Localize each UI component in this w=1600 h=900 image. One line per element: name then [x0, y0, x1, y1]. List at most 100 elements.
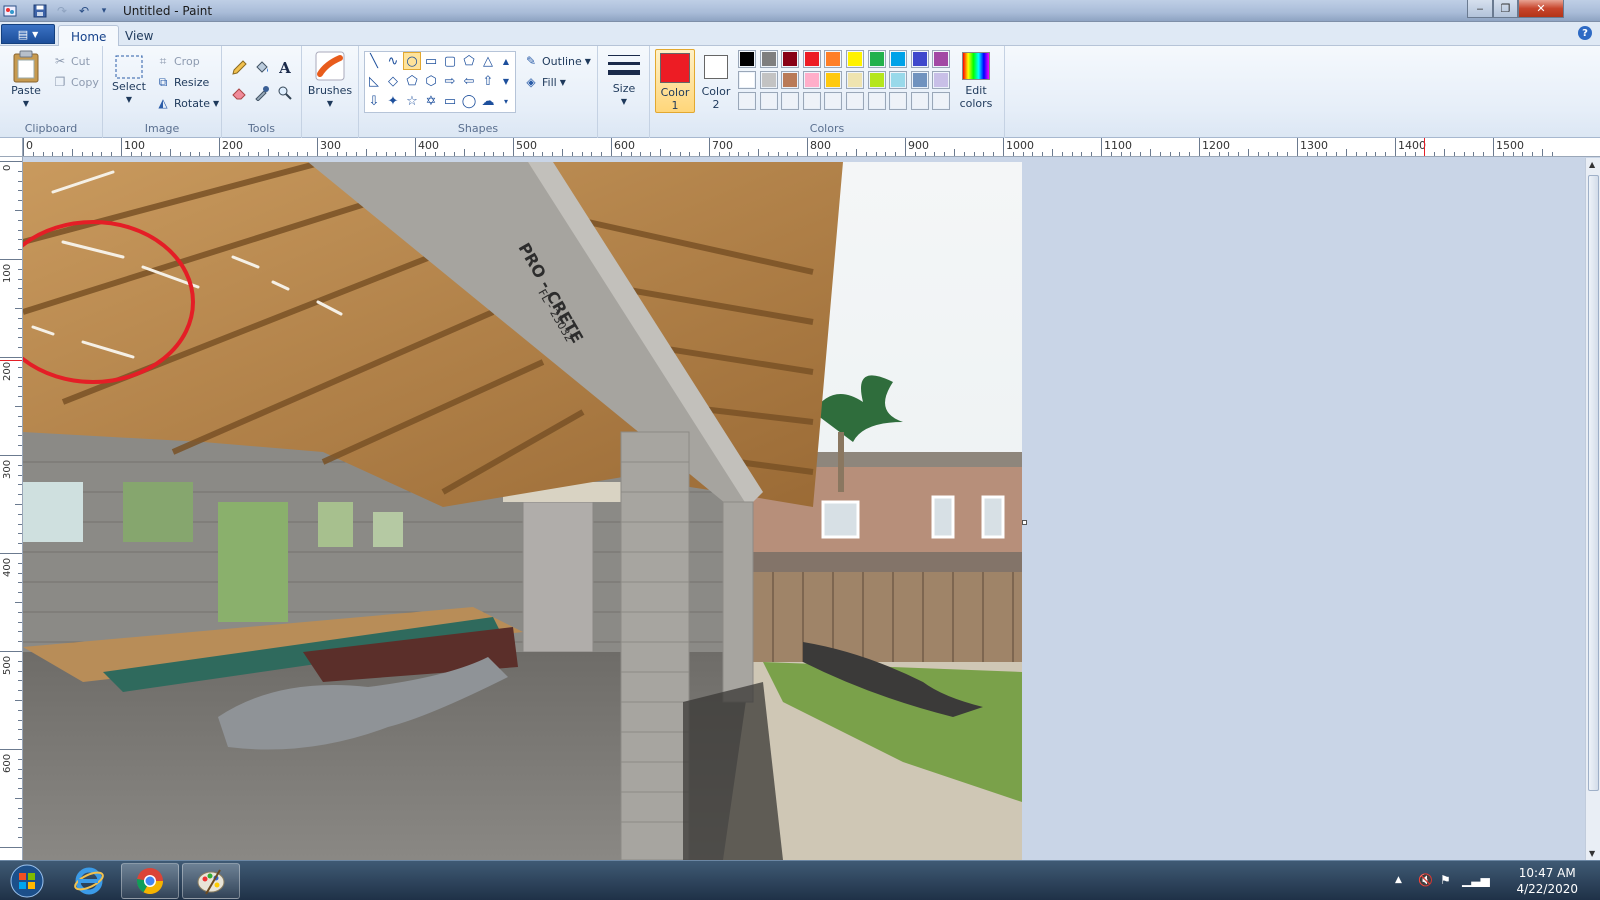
chrome-icon[interactable]: [121, 863, 179, 899]
magnifier-icon[interactable]: [275, 83, 295, 103]
palette-swatch[interactable]: [846, 92, 864, 110]
triangle-shape-icon[interactable]: △: [479, 52, 497, 70]
undo-icon[interactable]: ↶: [76, 3, 92, 19]
scroll-up-icon[interactable]: ▲: [1589, 160, 1595, 169]
color2-button[interactable]: Color 2: [698, 52, 734, 111]
palette-swatch[interactable]: [846, 71, 864, 89]
down-arrow-shape-icon[interactable]: ⇩: [365, 92, 383, 110]
oval-callout-shape-icon[interactable]: ◯: [460, 92, 478, 110]
minimize-button[interactable]: ‒: [1467, 0, 1493, 18]
edit-colors-button[interactable]: Edit colors: [954, 52, 998, 110]
floppy-disk-icon[interactable]: [32, 3, 48, 19]
palette-swatch[interactable]: [738, 50, 756, 68]
brushes-button[interactable]: Brushes ▼: [306, 50, 354, 110]
tab-view[interactable]: View: [113, 25, 165, 46]
line-shape-icon[interactable]: ╲: [365, 52, 383, 70]
system-clock[interactable]: 10:47 AM 4/22/2020: [1516, 865, 1578, 897]
paste-button[interactable]: Paste ▼: [6, 50, 46, 110]
maximize-button[interactable]: ❐: [1493, 0, 1518, 18]
scroll-down-icon[interactable]: ▼: [1589, 849, 1595, 858]
show-hidden-icons-icon[interactable]: ▲: [1395, 875, 1402, 885]
six-point-star-shape-icon[interactable]: ✡: [422, 92, 440, 110]
volume-muted-icon[interactable]: 🔇: [1418, 873, 1433, 887]
crop-button[interactable]: ⌗ Crop: [155, 53, 200, 69]
palette-swatch[interactable]: [889, 92, 908, 110]
canvas-resize-handle[interactable]: [1022, 520, 1027, 525]
action-center-icon[interactable]: ⚑: [1440, 873, 1451, 887]
rounded-rectangle-shape-icon[interactable]: ▢: [441, 52, 459, 70]
right-triangle-shape-icon[interactable]: ◺: [365, 72, 383, 90]
palette-swatch[interactable]: [846, 50, 864, 68]
internet-explorer-icon[interactable]: [60, 863, 118, 899]
text-tool-icon[interactable]: A: [275, 58, 295, 78]
palette-swatch[interactable]: [889, 71, 908, 89]
close-button[interactable]: ✕: [1518, 0, 1564, 18]
pentagon-shape-icon[interactable]: ⬠: [403, 72, 421, 90]
palette-swatch[interactable]: [932, 92, 951, 110]
paint-icon[interactable]: [182, 863, 240, 899]
oval-shape-icon[interactable]: ○: [403, 52, 421, 70]
resize-button[interactable]: ⧉ Resize: [155, 74, 210, 90]
five-point-star-shape-icon[interactable]: ☆: [403, 92, 421, 110]
color-picker-icon[interactable]: [252, 83, 272, 103]
size-button[interactable]: Size ▼: [606, 52, 642, 108]
drawing-canvas[interactable]: PRO - CRETE FL - 23032: [23, 162, 1022, 860]
palette-swatch[interactable]: [802, 71, 821, 89]
palette-swatch[interactable]: [910, 71, 929, 89]
palette-swatch[interactable]: [824, 50, 843, 68]
right-arrow-shape-icon[interactable]: ⇨: [441, 72, 459, 90]
up-arrow-shape-icon[interactable]: ⇧: [479, 72, 497, 90]
color1-button[interactable]: Color 1: [655, 49, 695, 113]
palette-swatch[interactable]: [802, 92, 821, 110]
redo-icon[interactable]: ↷: [54, 3, 70, 19]
shapes-expand-icon[interactable]: ▾: [499, 92, 513, 110]
palette-swatch[interactable]: [889, 50, 908, 68]
outline-button[interactable]: ✎ Outline ▼: [523, 53, 591, 69]
pencil-icon[interactable]: [229, 58, 249, 78]
rotate-button[interactable]: ◭ Rotate ▼: [155, 95, 219, 111]
diamond-shape-icon[interactable]: ◇: [384, 72, 402, 90]
customize-quick-access-icon[interactable]: ▾: [96, 3, 112, 19]
palette-swatch[interactable]: [824, 92, 843, 110]
paint-menu-button[interactable]: ▤ ▼: [1, 24, 55, 44]
palette-swatch[interactable]: [802, 50, 821, 68]
copy-button[interactable]: ❐ Copy: [52, 74, 99, 90]
hexagon-shape-icon[interactable]: ⬡: [422, 72, 440, 90]
tab-home[interactable]: Home: [58, 25, 120, 47]
paint-app-icon[interactable]: [2, 3, 18, 19]
select-button[interactable]: Select ▼: [109, 54, 149, 106]
palette-swatch[interactable]: [759, 50, 778, 68]
rectangle-shape-icon[interactable]: ▭: [422, 52, 440, 70]
scrollbar-thumb[interactable]: [1588, 175, 1599, 791]
cut-button[interactable]: ✂ Cut: [52, 53, 90, 69]
palette-swatch[interactable]: [781, 71, 800, 89]
palette-swatch[interactable]: [759, 92, 778, 110]
palette-swatch[interactable]: [932, 71, 951, 89]
palette-swatch[interactable]: [932, 50, 951, 68]
four-point-star-shape-icon[interactable]: ✦: [384, 92, 402, 110]
polygon-shape-icon[interactable]: ⬠: [460, 52, 478, 70]
vertical-scrollbar[interactable]: ▲ ▼: [1585, 158, 1600, 860]
shapes-scroll-down-icon[interactable]: ▼: [499, 72, 513, 90]
cloud-callout-shape-icon[interactable]: ☁: [479, 92, 497, 110]
palette-swatch[interactable]: [781, 92, 800, 110]
curve-shape-icon[interactable]: ∿: [384, 52, 402, 70]
palette-swatch[interactable]: [910, 50, 929, 68]
palette-swatch[interactable]: [824, 71, 843, 89]
eraser-icon[interactable]: [229, 83, 249, 103]
palette-swatch[interactable]: [781, 50, 800, 68]
start-orb-icon[interactable]: [2, 863, 52, 899]
palette-swatch[interactable]: [738, 71, 756, 89]
palette-swatch[interactable]: [759, 71, 778, 89]
shapes-scroll-up-icon[interactable]: ▲: [499, 52, 513, 70]
palette-swatch[interactable]: [867, 71, 886, 89]
palette-swatch[interactable]: [867, 92, 886, 110]
palette-swatch[interactable]: [910, 92, 929, 110]
fill-button[interactable]: ◈ Fill ▼: [523, 74, 565, 90]
fill-bucket-icon[interactable]: [252, 58, 272, 78]
help-icon[interactable]: ?: [1578, 26, 1592, 40]
rect-callout-shape-icon[interactable]: ▭: [441, 92, 459, 110]
left-arrow-shape-icon[interactable]: ⇦: [460, 72, 478, 90]
palette-swatch[interactable]: [738, 92, 756, 110]
palette-swatch[interactable]: [867, 50, 886, 68]
